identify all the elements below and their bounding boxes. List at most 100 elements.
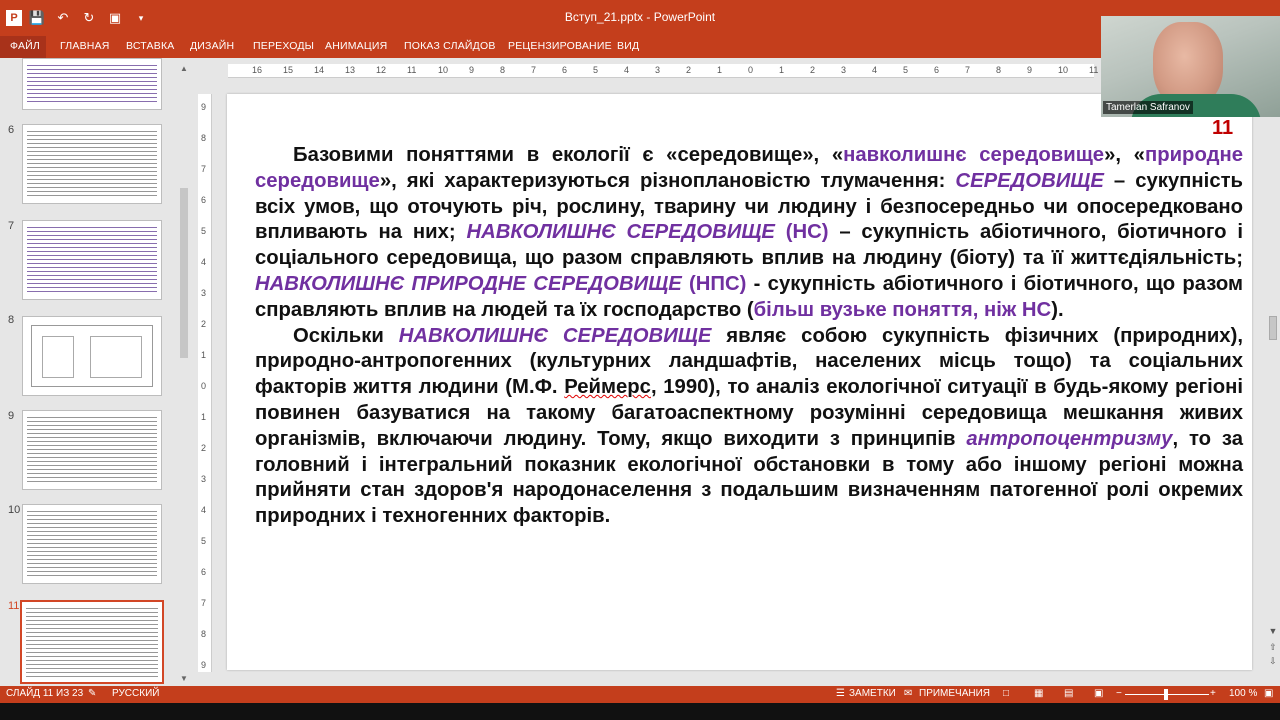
scroll-down-icon[interactable]: ▼ — [179, 674, 189, 684]
next-slide-icon[interactable]: ⇩ — [1268, 656, 1278, 667]
slide-thumbnail-7[interactable] — [22, 220, 162, 300]
thumbnail-number: 10 — [8, 504, 21, 516]
comments-button[interactable]: ПРИМЕЧАНИЯ — [919, 688, 990, 699]
ruler-tick-label: 0 — [201, 381, 207, 391]
ruler-tick-label: 2 — [686, 65, 692, 75]
ruler-tick-label: 2 — [201, 443, 207, 453]
tab-home[interactable]: ГЛАВНАЯ — [60, 36, 110, 58]
ruler-tick-label: 12 — [376, 65, 387, 75]
ruler-tick-label: 9 — [1027, 65, 1033, 75]
thumbnail-scrollbar[interactable]: ▲ ▼ — [178, 64, 190, 686]
ruler-tick-label: 6 — [201, 195, 207, 205]
ruler-tick-label: 14 — [314, 65, 325, 75]
ruler-tick-label: 1 — [717, 65, 723, 75]
thumbnail-number: 7 — [8, 220, 15, 232]
ruler-tick-label: 8 — [201, 133, 207, 143]
horizontal-ruler[interactable]: 16 15 14 13 12 11 10 9 8 7 6 5 4 3 2 1 0 1 2 3 4 5 6 7 8 9 10 11 — [228, 64, 1098, 78]
reading-view-icon[interactable]: ▤ — [1064, 688, 1073, 699]
ruler-tick-label: 16 — [252, 65, 263, 75]
notes-button[interactable]: ЗАМЕТКИ — [849, 688, 896, 699]
comments-icon: ✉ — [904, 688, 913, 699]
ruler-tick-label: 5 — [903, 65, 909, 75]
ruler-tick-label: 1 — [201, 412, 207, 422]
fit-slide-icon[interactable]: ▣ — [1264, 688, 1273, 699]
zoom-level[interactable]: 100 % — [1229, 688, 1257, 699]
thumbnail-pane: 6 7 8 9 10 11 — [0, 58, 192, 686]
slide-thumbnail-8[interactable] — [22, 316, 162, 396]
tab-review[interactable]: РЕЦЕНЗИРОВАНИЕ — [508, 36, 612, 58]
start-slideshow-icon[interactable]: ▣ — [104, 8, 126, 28]
slide-sorter-icon[interactable]: ▦ — [1034, 688, 1043, 699]
scrollbar-handle[interactable] — [180, 188, 188, 358]
spellcheck-icon[interactable]: ✎ — [88, 688, 96, 699]
ruler-tick-label: 9 — [201, 102, 207, 112]
notes-icon: ☰ — [836, 688, 845, 699]
ruler-tick-label: 6 — [562, 65, 568, 75]
ruler-tick-label: 1 — [201, 350, 207, 360]
ruler-tick-label: 0 — [748, 65, 754, 75]
slide-thumbnail-9[interactable] — [22, 410, 162, 490]
ruler-tick-label: 3 — [655, 65, 661, 75]
paragraph-analysis: Оскільки НАВКОЛИШНЄ СЕРЕДОВИЩЕ являє соб… — [255, 324, 1243, 528]
webcam-overlay: Tamerlan Safranov — [1101, 16, 1280, 117]
ruler-tick-label: 5 — [201, 226, 207, 236]
customize-qat-icon[interactable]: ▾ — [130, 8, 152, 28]
normal-view-icon[interactable]: □ — [1003, 688, 1009, 699]
ruler-tick-label: 11 — [1089, 65, 1099, 75]
vertical-ruler[interactable]: 9 8 7 6 5 4 3 2 1 0 1 2 3 4 5 6 7 8 9 — [198, 94, 212, 672]
thumbnail-number: 11 — [8, 600, 20, 612]
slide-counter: СЛАЙД 11 ИЗ 23 — [6, 688, 84, 699]
ruler-tick-label: 2 — [201, 319, 207, 329]
ruler-tick-label: 2 — [810, 65, 816, 75]
scrollbar-handle[interactable] — [1269, 316, 1277, 340]
ribbon-tabs: ФАЙЛ ГЛАВНАЯ ВСТАВКА ДИЗАЙН ПЕРЕХОДЫ АНИ… — [0, 36, 1280, 58]
ruler-tick-label: 7 — [201, 164, 207, 174]
ruler-tick-label: 5 — [593, 65, 599, 75]
ruler-tick-label: 6 — [201, 567, 207, 577]
save-icon[interactable]: 💾 — [26, 8, 48, 28]
language-indicator[interactable]: РУССКИЙ — [112, 688, 159, 699]
ruler-tick-label: 5 — [201, 536, 207, 546]
slideshow-view-icon[interactable]: ▣ — [1094, 688, 1103, 699]
powerpoint-logo-icon: P — [6, 10, 22, 26]
slide-thumbnail-10[interactable] — [22, 504, 162, 584]
previous-slide-icon[interactable]: ⇧ — [1268, 642, 1278, 653]
thumbnail-number: 6 — [8, 124, 15, 136]
slide-thumbnail-6[interactable] — [22, 124, 162, 204]
undo-icon[interactable]: ↶ — [52, 8, 74, 28]
video-letterbox — [0, 703, 1280, 720]
slide-thumbnail-11[interactable] — [20, 600, 164, 684]
slide-thumbnail-5[interactable] — [22, 58, 162, 110]
thumbnail-number: 8 — [8, 314, 15, 326]
tab-slideshow[interactable]: ПОКАЗ СЛАЙДОВ — [404, 36, 496, 58]
slide-number: 11 — [1212, 117, 1234, 139]
ruler-tick-label: 7 — [965, 65, 971, 75]
ruler-tick-label: 11 — [407, 65, 417, 75]
zoom-slider-handle[interactable] — [1164, 689, 1168, 700]
zoom-out-icon[interactable]: − — [1116, 688, 1122, 699]
tab-design[interactable]: ДИЗАЙН — [190, 36, 234, 58]
thumbnail-number: 9 — [8, 410, 15, 422]
scroll-up-icon[interactable]: ▲ — [179, 64, 189, 74]
title-bar: P 💾 ↶ ↻ ▣ ▾ Вступ_21.pptx - PowerPoint — [0, 0, 1280, 36]
scroll-down-icon[interactable]: ▼ — [1268, 626, 1278, 636]
slide-body-text[interactable]: Базовими поняттями в екології є «середов… — [255, 143, 1243, 530]
ruler-tick-label: 9 — [201, 660, 207, 670]
zoom-in-icon[interactable]: + — [1210, 688, 1216, 699]
ruler-tick-label: 7 — [531, 65, 537, 75]
ruler-tick-label: 7 — [201, 598, 207, 608]
slide-scrollbar[interactable]: ▲ ▼ ⇧ ⇩ — [1266, 64, 1280, 670]
redo-icon[interactable]: ↻ — [78, 8, 100, 28]
ruler-tick-label: 10 — [1058, 65, 1069, 75]
speaker-name: Tamerlan Safranov — [1103, 101, 1193, 114]
tab-animation[interactable]: АНИМАЦИЯ — [325, 36, 387, 58]
ruler-tick-label: 8 — [500, 65, 506, 75]
tab-view[interactable]: ВИД — [617, 36, 639, 58]
ruler-tick-label: 9 — [469, 65, 475, 75]
tab-file[interactable]: ФАЙЛ — [0, 36, 46, 58]
ruler-tick-label: 8 — [996, 65, 1002, 75]
ruler-tick-label: 3 — [841, 65, 847, 75]
ruler-tick-label: 4 — [201, 505, 207, 515]
tab-insert[interactable]: ВСТАВКА — [126, 36, 174, 58]
tab-transitions[interactable]: ПЕРЕХОДЫ — [253, 36, 314, 58]
